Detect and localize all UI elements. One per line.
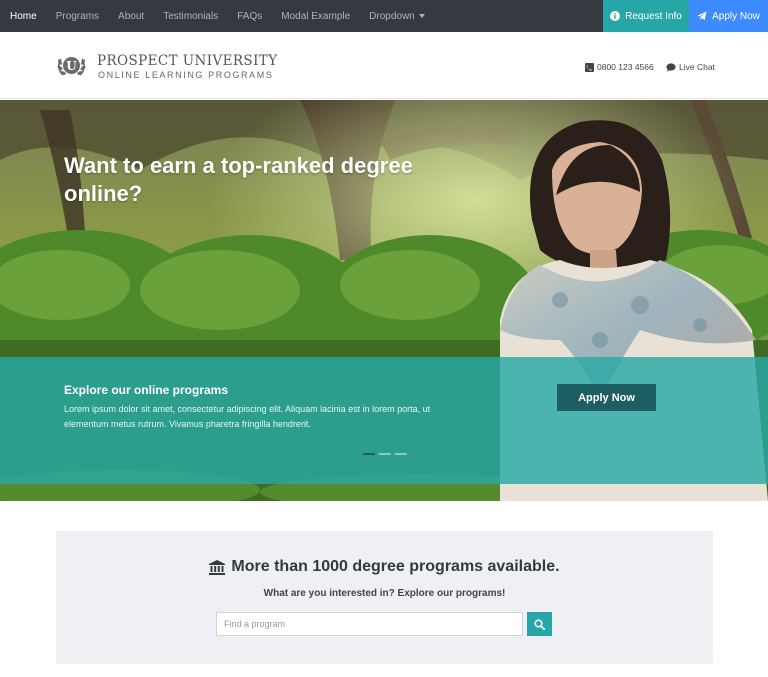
- carousel-indicator-2[interactable]: [379, 453, 391, 455]
- search-button[interactable]: [527, 612, 552, 636]
- laurel-icon[interactable]: U: [56, 50, 87, 81]
- caret-down-icon: [418, 13, 425, 18]
- live-chat-link[interactable]: Live Chat: [666, 62, 715, 72]
- site-header: U PROSPECT UNIVERSITY ONLINE LEARNING PR…: [0, 32, 768, 99]
- programs-heading: More than 1000 degree programs available…: [56, 558, 713, 576]
- university-icon: [209, 559, 226, 575]
- apply-now-nav-label: Apply Now: [712, 10, 760, 22]
- carousel-caption: Explore our online programs Lorem ipsum …: [0, 357, 768, 484]
- phone-link[interactable]: 0800 123 4566: [585, 62, 654, 72]
- carousel-indicators: [363, 453, 407, 455]
- nav-about[interactable]: About: [118, 11, 144, 22]
- phone-icon: [585, 62, 594, 72]
- live-chat-label: Live Chat: [679, 62, 715, 72]
- nav-testimonials[interactable]: Testimonials: [163, 11, 218, 22]
- nav-home[interactable]: Home: [10, 11, 37, 22]
- nav-faqs[interactable]: FAQs: [237, 11, 262, 22]
- programs-heading-text: More than 1000 degree programs available…: [231, 558, 560, 575]
- program-search-panel: More than 1000 degree programs available…: [56, 531, 713, 664]
- request-info-button[interactable]: Request Info: [603, 0, 689, 32]
- paper-plane-icon: [697, 11, 707, 21]
- emblem-letter: U: [66, 59, 77, 73]
- nav-modal-example[interactable]: Modal Example: [281, 11, 350, 22]
- nav-dropdown-label: Dropdown: [369, 10, 415, 22]
- caption-text: Lorem ipsum dolor sit amet, consectetur …: [64, 404, 431, 429]
- university-tagline: ONLINE LEARNING PROGRAMS: [98, 70, 274, 80]
- program-search-input[interactable]: [216, 612, 523, 636]
- hero-heading: Want to earn a top-ranked degree online?: [64, 153, 413, 206]
- phone-number: 0800 123 4566: [597, 62, 654, 72]
- hero-carousel: Want to earn a top-ranked degree online?…: [0, 100, 768, 501]
- caption-title: Explore our online programs: [64, 383, 229, 397]
- request-info-label: Request Info: [625, 10, 682, 22]
- nav-links: Home Programs About Testimonials FAQs Mo…: [0, 0, 444, 32]
- carousel-indicator-1[interactable]: [363, 453, 375, 455]
- university-name[interactable]: PROSPECT UNIVERSITY: [97, 53, 278, 69]
- info-icon: [610, 11, 621, 21]
- top-navbar: Home Programs About Testimonials FAQs Mo…: [0, 0, 768, 32]
- chat-icon: [666, 62, 676, 72]
- carousel-indicator-3[interactable]: [395, 453, 407, 455]
- programs-subheading: What are you interested in? Explore our …: [263, 588, 506, 599]
- nav-programs[interactable]: Programs: [56, 11, 99, 22]
- apply-now-button[interactable]: Apply Now: [557, 384, 656, 411]
- search-icon: [534, 618, 545, 630]
- nav-dropdown[interactable]: Dropdown: [369, 11, 425, 22]
- apply-now-nav-button[interactable]: Apply Now: [689, 0, 768, 32]
